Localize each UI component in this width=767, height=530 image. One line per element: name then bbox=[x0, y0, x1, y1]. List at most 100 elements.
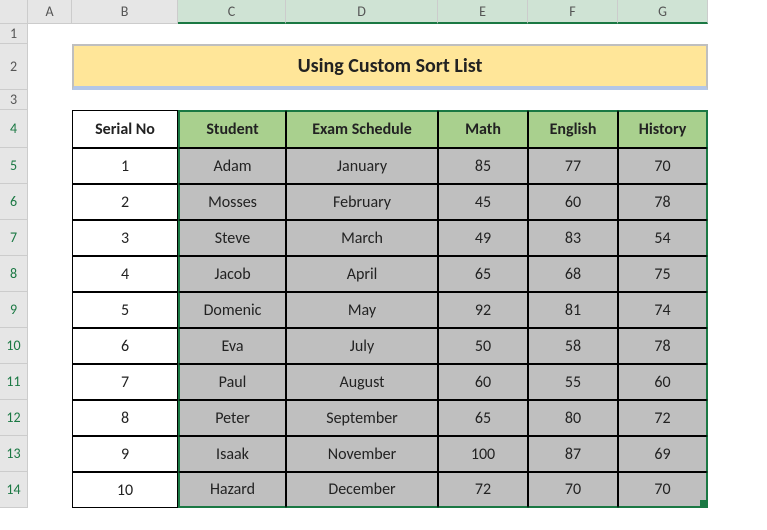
cell-math-5[interactable]: 92 bbox=[438, 292, 528, 328]
cell-english-8[interactable]: 80 bbox=[528, 400, 618, 436]
cell-student-6[interactable]: Eva bbox=[178, 328, 286, 364]
cell-schedule-3[interactable]: March bbox=[286, 220, 438, 256]
row-header-3[interactable]: 3 bbox=[0, 90, 28, 110]
cell-serial-6[interactable]: 6 bbox=[72, 328, 178, 364]
col-header-c[interactable]: C bbox=[178, 0, 286, 24]
cell-a2[interactable] bbox=[28, 44, 72, 90]
row-header-7[interactable]: 7 bbox=[0, 220, 28, 256]
cell-english-4[interactable]: 68 bbox=[528, 256, 618, 292]
cell-english-2[interactable]: 60 bbox=[528, 184, 618, 220]
cell-serial-4[interactable]: 4 bbox=[72, 256, 178, 292]
cell-schedule-4[interactable]: April bbox=[286, 256, 438, 292]
cell-english-1[interactable]: 77 bbox=[528, 148, 618, 184]
spreadsheet[interactable]: A B C D E F G 1 2 Using Custom Sort List… bbox=[0, 0, 767, 508]
cell-history-9[interactable]: 69 bbox=[618, 436, 708, 472]
cell-d1[interactable] bbox=[286, 24, 438, 44]
cell-a6[interactable] bbox=[28, 184, 72, 220]
row-header-5[interactable]: 5 bbox=[0, 148, 28, 184]
cell-student-4[interactable]: Jacob bbox=[178, 256, 286, 292]
cell-student-1[interactable]: Adam bbox=[178, 148, 286, 184]
cell-history-7[interactable]: 60 bbox=[618, 364, 708, 400]
row-header-14[interactable]: 14 bbox=[0, 472, 28, 508]
cell-g1[interactable] bbox=[618, 24, 708, 44]
cell-a4[interactable] bbox=[28, 110, 72, 148]
cell-a11[interactable] bbox=[28, 364, 72, 400]
col-header-a[interactable]: A bbox=[28, 0, 72, 24]
cell-student-3[interactable]: Steve bbox=[178, 220, 286, 256]
cell-e1[interactable] bbox=[438, 24, 528, 44]
cell-a13[interactable] bbox=[28, 436, 72, 472]
cell-math-3[interactable]: 49 bbox=[438, 220, 528, 256]
row-header-10[interactable]: 10 bbox=[0, 328, 28, 364]
row-header-8[interactable]: 8 bbox=[0, 256, 28, 292]
cell-history-1[interactable]: 70 bbox=[618, 148, 708, 184]
header-schedule[interactable]: Exam Schedule bbox=[286, 110, 438, 148]
cell-schedule-6[interactable]: July bbox=[286, 328, 438, 364]
cell-a8[interactable] bbox=[28, 256, 72, 292]
cell-serial-8[interactable]: 8 bbox=[72, 400, 178, 436]
cell-math-9[interactable]: 100 bbox=[438, 436, 528, 472]
cell-a9[interactable] bbox=[28, 292, 72, 328]
col-header-d[interactable]: D bbox=[286, 0, 438, 24]
row-header-12[interactable]: 12 bbox=[0, 400, 28, 436]
fill-handle[interactable] bbox=[700, 500, 707, 507]
cell-serial-5[interactable]: 5 bbox=[72, 292, 178, 328]
cell-g3[interactable] bbox=[618, 90, 708, 110]
cell-schedule-5[interactable]: May bbox=[286, 292, 438, 328]
cell-history-5[interactable]: 74 bbox=[618, 292, 708, 328]
cell-history-4[interactable]: 75 bbox=[618, 256, 708, 292]
cell-student-8[interactable]: Peter bbox=[178, 400, 286, 436]
cell-f1[interactable] bbox=[528, 24, 618, 44]
cell-english-7[interactable]: 55 bbox=[528, 364, 618, 400]
cell-math-7[interactable]: 60 bbox=[438, 364, 528, 400]
cell-serial-3[interactable]: 3 bbox=[72, 220, 178, 256]
cell-math-1[interactable]: 85 bbox=[438, 148, 528, 184]
header-student[interactable]: Student bbox=[178, 110, 286, 148]
cell-math-8[interactable]: 65 bbox=[438, 400, 528, 436]
cell-a3[interactable] bbox=[28, 90, 72, 110]
cell-student-10[interactable]: Hazard bbox=[178, 472, 286, 508]
cell-a14[interactable] bbox=[28, 472, 72, 508]
row-header-9[interactable]: 9 bbox=[0, 292, 28, 328]
title-cell[interactable]: Using Custom Sort List bbox=[72, 44, 708, 90]
cell-history-8[interactable]: 72 bbox=[618, 400, 708, 436]
cell-serial-2[interactable]: 2 bbox=[72, 184, 178, 220]
col-header-e[interactable]: E bbox=[438, 0, 528, 24]
cell-serial-7[interactable]: 7 bbox=[72, 364, 178, 400]
cell-schedule-9[interactable]: November bbox=[286, 436, 438, 472]
row-header-11[interactable]: 11 bbox=[0, 364, 28, 400]
cell-student-9[interactable]: Isaak bbox=[178, 436, 286, 472]
cell-english-9[interactable]: 87 bbox=[528, 436, 618, 472]
cell-schedule-2[interactable]: February bbox=[286, 184, 438, 220]
cell-schedule-8[interactable]: September bbox=[286, 400, 438, 436]
cell-history-2[interactable]: 78 bbox=[618, 184, 708, 220]
select-all-corner[interactable] bbox=[0, 0, 28, 24]
cell-english-6[interactable]: 58 bbox=[528, 328, 618, 364]
header-english[interactable]: English bbox=[528, 110, 618, 148]
cell-c1[interactable] bbox=[178, 24, 286, 44]
header-math[interactable]: Math bbox=[438, 110, 528, 148]
cell-serial-9[interactable]: 9 bbox=[72, 436, 178, 472]
row-header-13[interactable]: 13 bbox=[0, 436, 28, 472]
cell-math-4[interactable]: 65 bbox=[438, 256, 528, 292]
col-header-f[interactable]: F bbox=[528, 0, 618, 24]
cell-a12[interactable] bbox=[28, 400, 72, 436]
cell-a10[interactable] bbox=[28, 328, 72, 364]
cell-math-6[interactable]: 50 bbox=[438, 328, 528, 364]
cell-schedule-10[interactable]: December bbox=[286, 472, 438, 508]
cell-c3[interactable] bbox=[178, 90, 286, 110]
col-header-g[interactable]: G bbox=[618, 0, 708, 24]
cell-b1[interactable] bbox=[72, 24, 178, 44]
row-header-6[interactable]: 6 bbox=[0, 184, 28, 220]
cell-a1[interactable] bbox=[28, 24, 72, 44]
cell-b3[interactable] bbox=[72, 90, 178, 110]
cell-history-3[interactable]: 54 bbox=[618, 220, 708, 256]
cell-history-6[interactable]: 78 bbox=[618, 328, 708, 364]
cell-english-3[interactable]: 83 bbox=[528, 220, 618, 256]
header-serial[interactable]: Serial No bbox=[72, 110, 178, 148]
cell-student-5[interactable]: Domenic bbox=[178, 292, 286, 328]
cell-history-10[interactable]: 70 bbox=[618, 472, 708, 508]
cell-serial-10[interactable]: 10 bbox=[72, 472, 178, 508]
cell-student-7[interactable]: Paul bbox=[178, 364, 286, 400]
cell-serial-1[interactable]: 1 bbox=[72, 148, 178, 184]
